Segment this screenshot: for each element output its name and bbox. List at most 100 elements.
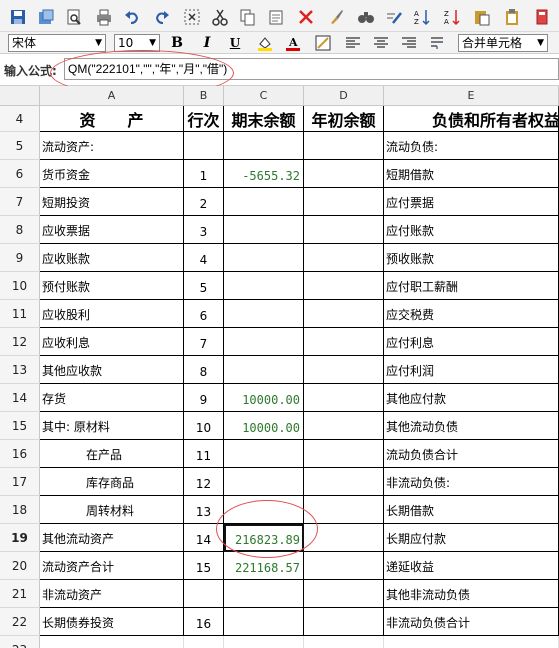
cell-D13[interactable] (304, 356, 384, 384)
cell-D7[interactable] (304, 188, 384, 216)
cell-C11[interactable] (224, 300, 304, 328)
cell-A21[interactable]: 非流动资产 (40, 580, 184, 608)
align-right-icon[interactable] (400, 34, 418, 52)
cell-A13[interactable]: 其他应收款 (40, 356, 184, 384)
cell-E17[interactable]: 非流动负债: (384, 468, 559, 496)
cell-C18[interactable] (224, 496, 304, 524)
cell-C10[interactable] (224, 272, 304, 300)
book-icon[interactable] (532, 7, 552, 27)
cell-A14[interactable]: 存货 (40, 384, 184, 412)
copy-icon[interactable] (238, 7, 258, 27)
sort-asc-icon[interactable]: AZ (412, 7, 432, 27)
cell-E18[interactable]: 长期借款 (384, 496, 559, 524)
cell-E15[interactable]: 其他流动负债 (384, 412, 559, 440)
cell-C8[interactable] (224, 216, 304, 244)
row-header[interactable]: 15 (0, 412, 40, 440)
cell-D12[interactable] (304, 328, 384, 356)
merge-cells-select[interactable]: 合并单元格 ▼ (458, 34, 548, 52)
cell-E12[interactable]: 应付利息 (384, 328, 559, 356)
row-header[interactable]: 16 (0, 440, 40, 468)
row-header[interactable]: 22 (0, 608, 40, 636)
bold-button[interactable]: B (168, 34, 186, 52)
cell-D6[interactable] (304, 160, 384, 188)
cell-C6[interactable]: -5655.32 (224, 160, 304, 188)
brush-icon[interactable] (326, 7, 346, 27)
cell-D14[interactable] (304, 384, 384, 412)
align-left-icon[interactable] (344, 34, 362, 52)
cell-D10[interactable] (304, 272, 384, 300)
print-icon[interactable] (94, 7, 114, 27)
cell-D5[interactable] (304, 132, 384, 160)
underline-button[interactable]: U (226, 34, 244, 52)
cell-B9[interactable]: 4 (184, 244, 224, 272)
cell-B6[interactable]: 1 (184, 160, 224, 188)
cell-C13[interactable] (224, 356, 304, 384)
cell-A20[interactable]: 流动资产合计 (40, 552, 184, 580)
row-header[interactable]: 20 (0, 552, 40, 580)
cut-icon[interactable] (210, 7, 230, 27)
print-preview-icon[interactable] (64, 7, 84, 27)
cell-E14[interactable]: 其他应付款 (384, 384, 559, 412)
row-header[interactable]: 17 (0, 468, 40, 496)
cell-A4[interactable]: 资 产 (40, 106, 184, 132)
row-header[interactable]: 4 (0, 106, 40, 132)
cell-E4[interactable]: 负债和所有者权益 (384, 106, 559, 132)
cell-D8[interactable] (304, 216, 384, 244)
row-header[interactable]: 11 (0, 300, 40, 328)
clipboard-icon[interactable] (502, 7, 522, 27)
row-header[interactable]: 7 (0, 188, 40, 216)
row-header[interactable]: 12 (0, 328, 40, 356)
cell-B14[interactable]: 9 (184, 384, 224, 412)
wrap-icon[interactable] (428, 34, 446, 52)
delete-icon[interactable] (296, 7, 316, 27)
cell-A23[interactable] (40, 636, 184, 648)
cell-B15[interactable]: 10 (184, 412, 224, 440)
export-icon[interactable] (36, 7, 56, 27)
cell-D16[interactable] (304, 440, 384, 468)
cell-E19[interactable]: 长期应付款 (384, 524, 559, 552)
cell-B17[interactable]: 12 (184, 468, 224, 496)
paste-icon[interactable] (266, 7, 286, 27)
cell-B19[interactable]: 14 (184, 524, 224, 552)
row-header[interactable]: 5 (0, 132, 40, 160)
cell-E20[interactable]: 递延收益 (384, 552, 559, 580)
undo-icon[interactable] (122, 7, 142, 27)
save-icon[interactable] (8, 7, 28, 27)
cell-B23[interactable] (184, 636, 224, 648)
row-header[interactable]: 23 (0, 636, 40, 648)
row-header[interactable]: 9 (0, 244, 40, 272)
cell-D17[interactable] (304, 468, 384, 496)
cell-A11[interactable]: 应收股利 (40, 300, 184, 328)
cell-B12[interactable]: 7 (184, 328, 224, 356)
cell-B16[interactable]: 11 (184, 440, 224, 468)
cell-A22[interactable]: 长期债券投资 (40, 608, 184, 636)
cell-B21[interactable] (184, 580, 224, 608)
cell-E5[interactable]: 流动负债: (384, 132, 559, 160)
cell-B22[interactable]: 16 (184, 608, 224, 636)
cell-E22[interactable]: 非流动负债合计 (384, 608, 559, 636)
redo-icon[interactable] (152, 7, 172, 27)
align-center-icon[interactable] (372, 34, 390, 52)
cell-A8[interactable]: 应收票据 (40, 216, 184, 244)
cell-D21[interactable] (304, 580, 384, 608)
row-header[interactable]: 14 (0, 384, 40, 412)
cell-E6[interactable]: 短期借款 (384, 160, 559, 188)
row-header[interactable]: 19 (0, 524, 40, 552)
cell-D18[interactable] (304, 496, 384, 524)
row-header[interactable]: 21 (0, 580, 40, 608)
cell-C23[interactable] (224, 636, 304, 648)
cell-E9[interactable]: 预收账款 (384, 244, 559, 272)
cell-C22[interactable] (224, 608, 304, 636)
cell-A6[interactable]: 货币资金 (40, 160, 184, 188)
cell-C20[interactable]: 221168.57 (224, 552, 304, 580)
cell-E11[interactable]: 应交税费 (384, 300, 559, 328)
cell-C5[interactable] (224, 132, 304, 160)
cell-A10[interactable]: 预付账款 (40, 272, 184, 300)
cell-C15[interactable]: 10000.00 (224, 412, 304, 440)
fill-color-icon[interactable] (256, 34, 274, 52)
cell-C14[interactable]: 10000.00 (224, 384, 304, 412)
cell-E10[interactable]: 应付职工薪酬 (384, 272, 559, 300)
border-icon[interactable] (314, 34, 332, 52)
cell-E21[interactable]: 其他非流动负债 (384, 580, 559, 608)
cell-C17[interactable] (224, 468, 304, 496)
